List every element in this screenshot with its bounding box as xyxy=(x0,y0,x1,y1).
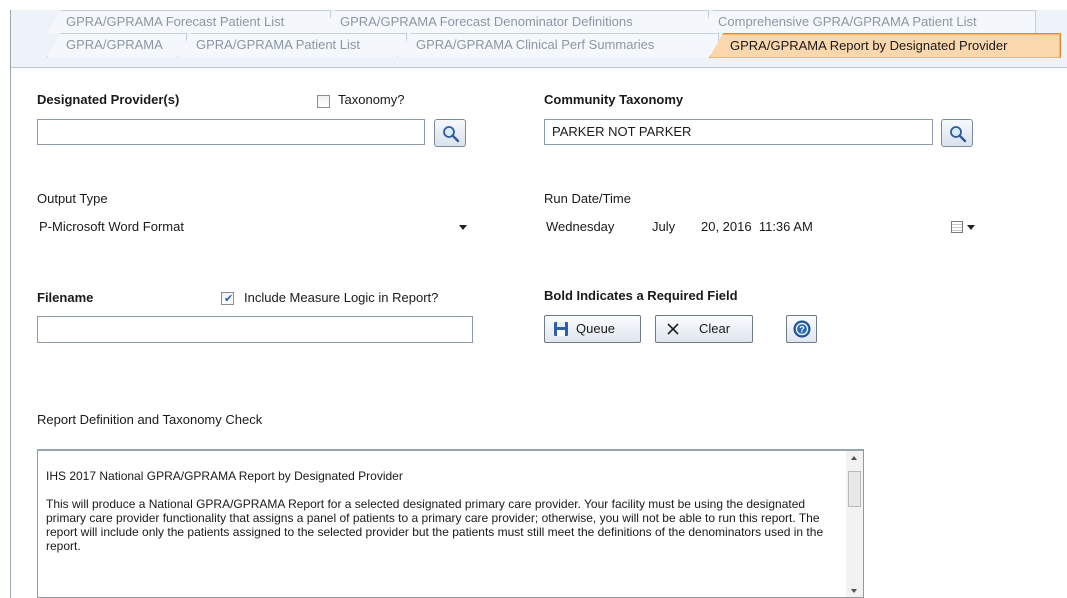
taxonomy-checkbox-label: Taxonomy? xyxy=(338,92,405,107)
report-definition-text: IHS 2017 National GPRA/GPRAMA Report by … xyxy=(46,469,846,567)
provider-lookup-button[interactable] xyxy=(434,119,466,147)
report-title-line: IHS 2017 National GPRA/GPRAMA Report by … xyxy=(46,469,403,483)
clear-button[interactable]: Clear xyxy=(655,315,753,343)
scroll-down-icon[interactable] xyxy=(851,589,857,593)
magnifier-icon xyxy=(443,126,460,143)
tab-forecast-patient-list[interactable]: GPRA/GPRAMA Forecast Patient List xyxy=(47,10,331,34)
clear-label: Clear xyxy=(699,321,731,336)
designated-provider-label: Designated Provider(s) xyxy=(37,92,180,107)
run-datetime-picker[interactable]: Wednesday July 20, 2016 11:36 AM xyxy=(544,214,985,240)
queue-button[interactable]: Queue xyxy=(544,315,641,343)
required-field-note: Bold Indicates a Required Field xyxy=(544,288,738,303)
magnifier-icon xyxy=(950,126,967,143)
tab-gpra-patient-list[interactable]: GPRA/GPRAMA Patient List xyxy=(177,33,407,57)
help-button[interactable]: ? xyxy=(786,315,817,343)
svg-text:?: ? xyxy=(799,325,805,335)
report-panel: Designated Provider(s) Taxonomy? Communi… xyxy=(11,67,1067,598)
community-taxonomy-label: Community Taxonomy xyxy=(544,92,684,107)
tab-report-by-designated-provider[interactable]: GPRA/GPRAMA Report by Designated Provide… xyxy=(709,33,1061,58)
designated-provider-input[interactable] xyxy=(37,119,425,145)
include-logic-label: Include Measure Logic in Report? xyxy=(244,290,439,305)
help-icon: ? xyxy=(793,320,811,338)
run-datetime-label: Run Date/Time xyxy=(544,191,631,206)
chevron-down-icon xyxy=(967,225,975,230)
taxonomy-checkbox[interactable] xyxy=(317,95,330,108)
scrollbar-thumb[interactable] xyxy=(848,471,861,507)
floppy-disk-icon xyxy=(554,322,568,336)
community-taxonomy-input[interactable]: PARKER NOT PARKER xyxy=(544,119,933,145)
vertical-scrollbar[interactable] xyxy=(846,451,863,597)
run-date-time: 20, 2016 11:36 AM xyxy=(701,219,813,234)
run-month: July xyxy=(652,219,676,234)
tab-gpra-gprama[interactable]: GPRA/GPRAMA xyxy=(47,33,187,57)
filename-input[interactable] xyxy=(37,316,473,343)
taxonomy-lookup-button[interactable] xyxy=(941,119,973,147)
report-definition-textarea[interactable]: IHS 2017 National GPRA/GPRAMA Report by … xyxy=(37,449,864,598)
report-window: GPRA/GPRAMA Forecast Patient List GPRA/G… xyxy=(0,0,1067,598)
include-logic-checkbox[interactable]: ✔ xyxy=(221,292,234,305)
calendar-icon xyxy=(951,221,963,233)
tab-row-1: GPRA/GPRAMA Forecast Patient List GPRA/G… xyxy=(11,10,1067,34)
report-definition-label: Report Definition and Taxonomy Check xyxy=(37,412,263,427)
report-description: This will produce a National GPRA/GPRAMA… xyxy=(46,497,824,553)
filename-label: Filename xyxy=(37,290,94,305)
output-type-value: P-Microsoft Word Format xyxy=(39,219,184,234)
run-day: Wednesday xyxy=(546,219,615,234)
scroll-up-icon[interactable] xyxy=(851,456,857,460)
tab-comprehensive-patient-list[interactable]: Comprehensive GPRA/GPRAMA Patient List xyxy=(699,10,1036,34)
x-icon xyxy=(667,323,679,335)
output-type-select[interactable]: P-Microsoft Word Format xyxy=(37,214,473,240)
output-type-label: Output Type xyxy=(37,191,108,206)
checkmark-icon: ✔ xyxy=(224,292,234,305)
chevron-down-icon xyxy=(459,225,467,230)
queue-label: Queue xyxy=(576,321,616,336)
tab-row-2: GPRA/GPRAMA GPRA/GPRAMA Patient List GPR… xyxy=(11,33,1067,68)
tab-clinical-perf-summaries[interactable]: GPRA/GPRAMA Clinical Perf Summaries xyxy=(397,33,719,57)
tab-forecast-denominator-definitions[interactable]: GPRA/GPRAMA Forecast Denominator Definit… xyxy=(321,10,709,34)
